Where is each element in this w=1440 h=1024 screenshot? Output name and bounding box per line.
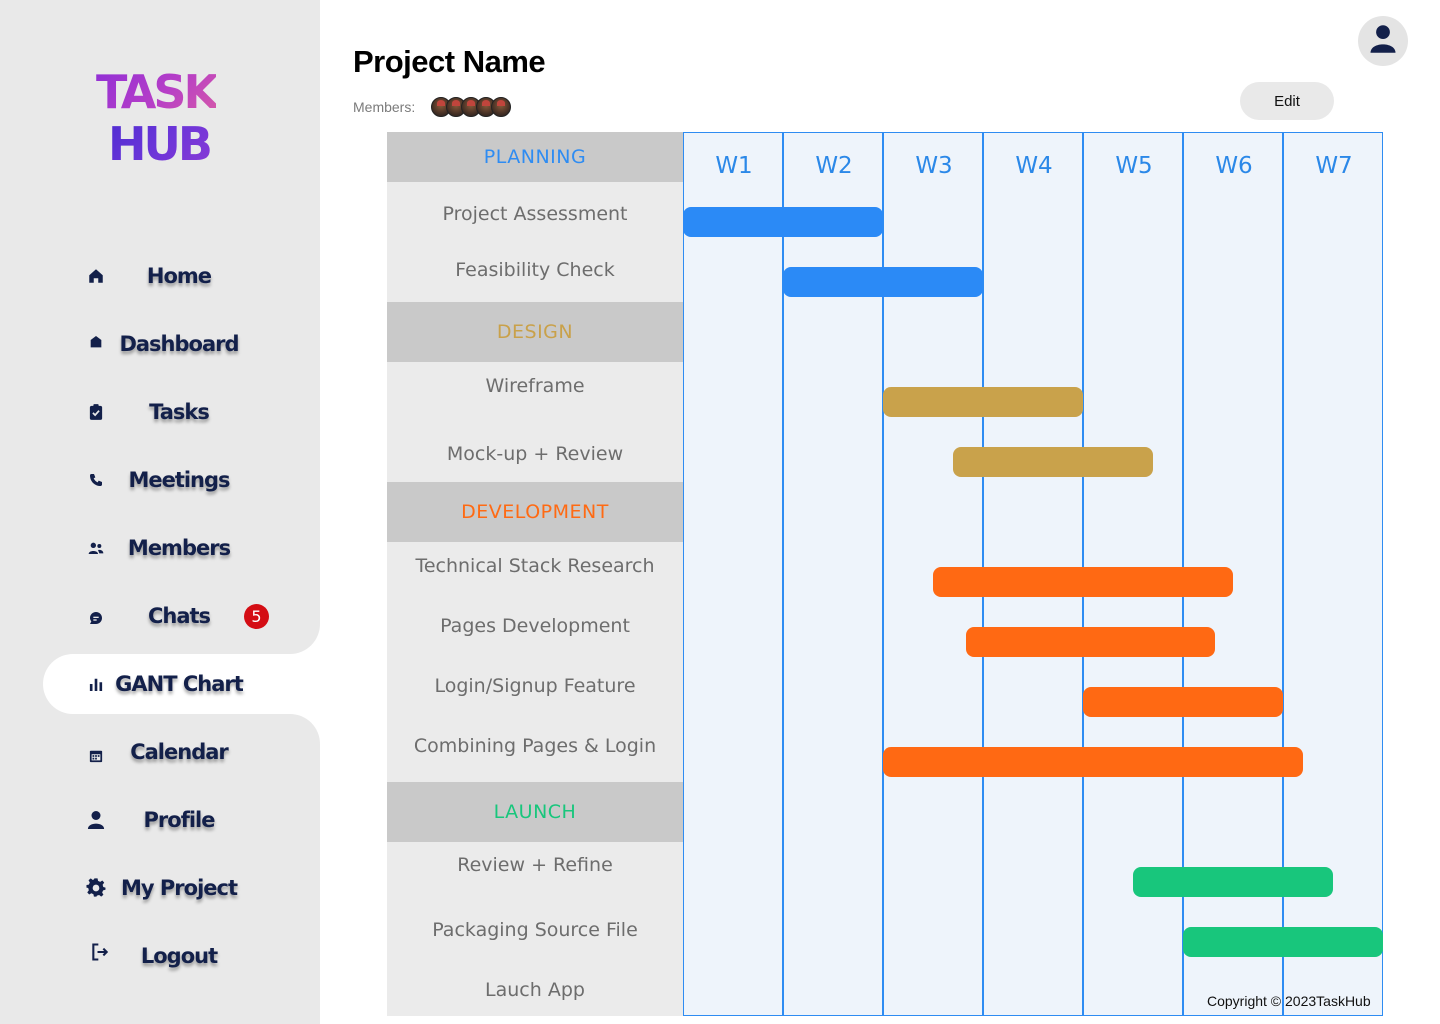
user-icon: [86, 810, 106, 830]
sidebar-item-gant-chart[interactable]: GANT Chart: [0, 654, 320, 714]
task-row[interactable]: Technical Stack Research: [387, 554, 683, 578]
app-root: TASK HUB Home Dashboard Tasks Meetings M…: [0, 0, 1440, 1024]
phase-header-design: DESIGN: [387, 302, 683, 362]
task-name: Project Assessment: [442, 203, 628, 225]
task-row[interactable]: Feasibility Check: [387, 258, 683, 282]
task-row[interactable]: Review + Refine: [387, 853, 683, 877]
sidebar-item-home[interactable]: Home: [0, 246, 320, 306]
sidebar-item-members[interactable]: Members: [0, 518, 320, 578]
phase-header-launch: LAUNCH: [387, 782, 683, 842]
user-circle-icon: [1370, 24, 1396, 58]
gantt-bar[interactable]: [883, 747, 1303, 777]
task-name: Mock-up + Review: [446, 443, 624, 465]
task-row[interactable]: Lauch App: [387, 978, 683, 1002]
sidebar-item-calendar[interactable]: Calendar: [0, 722, 320, 782]
task-name: Lauch App: [485, 979, 585, 1001]
sidebar-item-tasks[interactable]: Tasks: [0, 382, 320, 442]
unread-count-badge: 5: [244, 603, 269, 629]
task-row[interactable]: Pages Development: [387, 614, 683, 638]
sidebar-item-label: Chats: [147, 604, 211, 628]
sidebar-item-my-project[interactable]: My Project: [0, 858, 320, 918]
task-name: Review + Refine: [457, 854, 613, 876]
week-label: W2: [815, 153, 853, 179]
task-name: Wireframe: [485, 375, 585, 397]
gantt-bar[interactable]: [1083, 687, 1283, 717]
gantt-bar[interactable]: [933, 567, 1233, 597]
users-icon: [86, 538, 106, 558]
sidebar-item-dashboard[interactable]: Dashboard: [0, 314, 320, 374]
sidebar-item-meetings[interactable]: Meetings: [0, 450, 320, 510]
member-avatars[interactable]: [431, 97, 521, 119]
week-label: W7: [1315, 153, 1353, 179]
edit-button[interactable]: Edit: [1240, 82, 1334, 120]
logo-line-2: HUB: [96, 118, 216, 170]
phone-icon: [86, 470, 106, 490]
task-name: Technical Stack Research: [415, 555, 655, 577]
sidebar-item-profile[interactable]: Profile: [0, 790, 320, 850]
task-name: Pages Development: [440, 615, 630, 637]
task-row[interactable]: Combining Pages & Login: [387, 734, 683, 758]
members-label: Members:: [353, 99, 416, 115]
sidebar-item-logout[interactable]: Logout: [0, 926, 320, 986]
gantt-bar[interactable]: [1183, 927, 1383, 957]
app-logo[interactable]: TASK HUB: [96, 65, 219, 176]
gantt-bar[interactable]: [953, 447, 1153, 477]
week-column: W2: [784, 133, 884, 1015]
clipboard-check-icon: [86, 402, 106, 422]
task-name: Feasibility Check: [455, 259, 615, 281]
task-row[interactable]: Packaging Source File: [387, 918, 683, 942]
sidebar-item-label: Calendar: [130, 740, 229, 764]
sidebar-item-label: Logout: [140, 944, 218, 968]
logo-line-1: TASK: [96, 65, 219, 119]
task-row[interactable]: Mock-up + Review: [387, 442, 683, 466]
sidebar-item-label: GANT Chart: [115, 672, 244, 696]
bar-chart-icon: [86, 674, 106, 694]
home-icon: [86, 266, 106, 286]
task-name: Packaging Source File: [432, 919, 638, 941]
sidebar-item-label: Meetings: [128, 468, 230, 492]
gantt-bar[interactable]: [683, 207, 883, 237]
phase-header-planning: PLANNING: [387, 132, 683, 182]
sidebar-item-label: Tasks: [149, 400, 210, 424]
gantt-bar[interactable]: [883, 387, 1083, 417]
gantt-bar[interactable]: [783, 267, 983, 297]
week-label: W5: [1115, 153, 1153, 179]
week-label: W6: [1215, 153, 1253, 179]
sidebar: TASK HUB Home Dashboard Tasks Meetings M…: [0, 0, 343, 1024]
sidebar-item-label: Members: [127, 536, 231, 560]
task-name: Combining Pages & Login: [413, 735, 657, 757]
gear-icon: [86, 878, 106, 898]
logout-icon: [90, 942, 110, 962]
calendar-icon: [86, 746, 106, 766]
week-label: W4: [1015, 153, 1053, 179]
chat-icon: [86, 608, 106, 628]
phase-header-development: DEVELOPMENT: [387, 482, 683, 542]
gantt-bar[interactable]: [1133, 867, 1333, 897]
task-row[interactable]: Wireframe: [387, 374, 683, 398]
task-row[interactable]: Login/Signup Feature: [387, 674, 683, 698]
user-account-button[interactable]: [1358, 16, 1408, 66]
task-name: Login/Signup Feature: [434, 675, 636, 697]
sidebar-item-chats[interactable]: Chats 5: [0, 586, 320, 646]
week-label: W3: [915, 153, 953, 179]
sidebar-item-label: Profile: [143, 808, 216, 832]
task-row[interactable]: Project Assessment: [387, 202, 683, 226]
sidebar-item-label: Dashboard: [119, 332, 239, 356]
dashboard-icon: [86, 332, 106, 352]
week-column: W1: [684, 133, 784, 1015]
copyright-text: Copyright © 2023TaskHub: [1207, 993, 1371, 1009]
sidebar-item-label: Home: [146, 264, 212, 288]
gantt-bar[interactable]: [966, 627, 1215, 657]
week-label: W1: [715, 153, 753, 179]
page-title: Project Name: [353, 44, 546, 79]
sidebar-item-label: My Project: [121, 876, 238, 900]
